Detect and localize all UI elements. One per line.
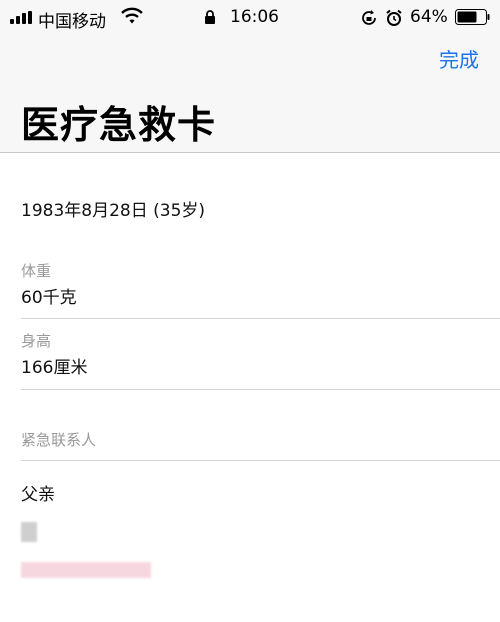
lock-icon xyxy=(205,10,215,24)
header: 中国移动 16:06 64% 完成 医疗急救卡 xyxy=(0,0,500,153)
contact-name-redacted xyxy=(21,521,500,542)
birthday-row: 1983年8月28日 (35岁) xyxy=(21,196,500,221)
separator xyxy=(21,460,500,461)
status-bar: 中国移动 16:06 64% xyxy=(0,0,500,34)
height-row[interactable]: 身高 166厘米 xyxy=(21,330,500,378)
weight-row[interactable]: 体重 60千克 xyxy=(21,260,500,308)
done-button[interactable]: 完成 xyxy=(439,44,479,73)
separator xyxy=(21,318,500,319)
weight-label: 体重 xyxy=(21,262,52,280)
emergency-contacts-label: 紧急联系人 xyxy=(21,431,97,449)
birthday-value: 1983年8月28日 (35岁) xyxy=(21,201,206,221)
battery-icon xyxy=(455,9,490,25)
page-title: 医疗急救卡 xyxy=(21,103,217,147)
emergency-contacts-header: 紧急联系人 xyxy=(21,429,500,450)
emergency-contact-item[interactable]: 父亲 xyxy=(21,480,500,579)
signal-icon xyxy=(10,11,34,24)
carrier-name: 中国移动 xyxy=(38,12,106,32)
contact-relation: 父亲 xyxy=(21,485,55,505)
height-label: 身高 xyxy=(21,332,52,350)
clock: 16:06 xyxy=(230,7,279,27)
battery-percent: 64% xyxy=(410,7,448,27)
weight-value: 60千克 xyxy=(21,288,77,308)
wifi-icon xyxy=(121,7,143,24)
contact-phone-redacted[interactable] xyxy=(21,560,500,579)
alarm-icon xyxy=(386,9,402,26)
separator xyxy=(21,389,500,390)
rotation-lock-icon xyxy=(362,10,376,25)
height-value: 166厘米 xyxy=(21,358,88,378)
